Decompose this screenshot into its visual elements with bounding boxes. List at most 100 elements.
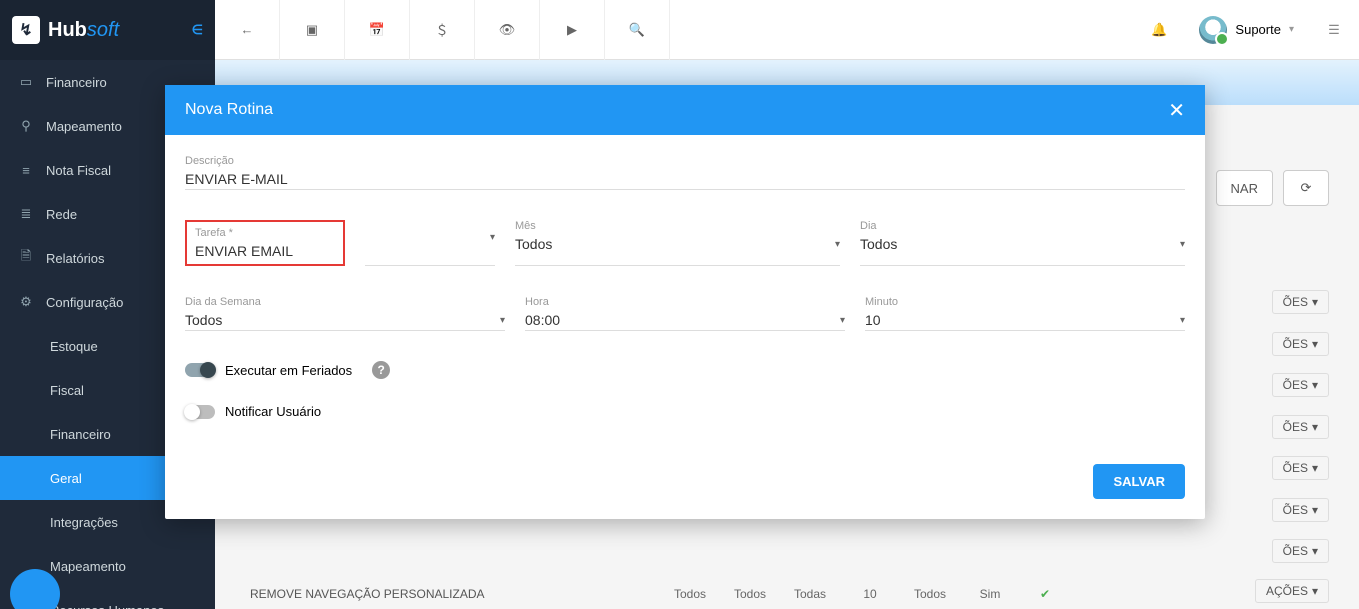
- sidebar-item-label: Mapeamento: [50, 559, 126, 574]
- logo-mark-icon: ↯: [12, 16, 40, 44]
- sidebar-item-label: Configuração: [46, 295, 123, 310]
- field-tarefa[interactable]: Tarefa * ENVIAR EMAIL: [185, 220, 345, 266]
- sidebar-item-label: Relatórios: [46, 251, 105, 266]
- arrow-left-icon: ←: [241, 22, 254, 37]
- field-label: Tarefa *: [195, 227, 335, 239]
- topbar-contact-button[interactable]: ▣: [280, 0, 345, 60]
- sidebar-item-label: Rede: [46, 207, 77, 222]
- topbar-terminal-button[interactable]: ▶: [540, 0, 605, 60]
- button-label: NAR: [1231, 181, 1258, 196]
- modal-header: Nova Rotina ✕: [165, 85, 1205, 135]
- page-toolbar: NAR ⟳: [1216, 170, 1329, 206]
- topbar-search-button[interactable]: 🔍: [605, 0, 670, 60]
- check-icon: ✔: [1020, 587, 1070, 601]
- actions-button[interactable]: ÕES ▾: [1272, 415, 1329, 439]
- field-mes[interactable]: Mês Todos ▾: [515, 220, 840, 266]
- help-icon[interactable]: ?: [372, 361, 390, 379]
- toggle-feriados[interactable]: [185, 363, 215, 377]
- actions-button[interactable]: ÕES ▾: [1272, 539, 1329, 563]
- chevron-down-icon: ▾: [835, 239, 840, 250]
- field-label: Descrição: [185, 155, 1185, 167]
- user-menu[interactable]: Suporte ▾: [1184, 16, 1309, 44]
- toggle-notificar-row: Notificar Usuário: [185, 404, 1185, 419]
- chevron-down-icon: ▾: [1312, 337, 1318, 351]
- field-label: Hora: [525, 296, 845, 308]
- actions-button[interactable]: ÕES ▾: [1272, 373, 1329, 397]
- chevron-down-icon: ▾: [1312, 461, 1318, 475]
- field-dia-semana[interactable]: Dia da Semana Todos▾: [185, 296, 505, 331]
- field-value: 10: [865, 312, 881, 328]
- field-value: Todos: [860, 236, 897, 252]
- row-desc: REMOVE NAVEGAÇÃO PERSONALIZADA: [250, 587, 660, 601]
- logo-text: Hubsoft: [48, 19, 119, 42]
- sidebar-item-label: Financeiro: [46, 75, 107, 90]
- actions-button[interactable]: ÕES ▾: [1272, 456, 1329, 480]
- actions-button[interactable]: ÕES ▾: [1272, 498, 1329, 522]
- chevron-down-icon: ▾: [840, 315, 845, 326]
- chevron-down-icon: ▾: [1289, 24, 1294, 35]
- row-col: Todos: [720, 587, 780, 601]
- chevron-down-icon: ▾: [1312, 584, 1318, 598]
- sidebar-collapse-icon[interactable]: ∈: [192, 22, 203, 38]
- contact-icon: ▣: [306, 22, 318, 38]
- doc-icon: 🗎: [18, 247, 34, 269]
- field-label: Dia: [860, 220, 1185, 232]
- field-descricao[interactable]: Descrição ENVIAR E-MAIL: [185, 155, 1185, 190]
- topbar-calendar-button[interactable]: 📅: [345, 0, 410, 60]
- close-button[interactable]: ✕: [1168, 98, 1185, 123]
- field-hora[interactable]: Hora 08:00▾: [525, 296, 845, 331]
- add-button[interactable]: NAR: [1216, 170, 1273, 206]
- actions-button[interactable]: AÇÕES ▾: [1255, 579, 1329, 603]
- sidebar-item-label: Mapeamento: [46, 119, 122, 134]
- toggle-notificar[interactable]: [185, 405, 215, 419]
- eye-icon: 👁: [499, 22, 516, 38]
- actions-column: ÕES ▾ ÕES ▾ ÕES ▾ ÕES ▾ ÕES ▾ ÕES ▾ ÕES …: [1272, 290, 1329, 569]
- receipt-icon: ≡: [18, 163, 34, 178]
- row-col: Todos: [900, 587, 960, 601]
- calendar-icon: 📅: [369, 22, 385, 38]
- field-value: Todos: [515, 236, 552, 252]
- save-button[interactable]: SALVAR: [1093, 464, 1185, 499]
- sidebar-item-label: Integrações: [50, 515, 118, 530]
- pin-icon: ⚲: [18, 118, 34, 134]
- sidebar-item-label: Financeiro: [50, 427, 111, 442]
- modal-body: Descrição ENVIAR E-MAIL Tarefa * ENVIAR …: [165, 135, 1205, 454]
- back-button[interactable]: ←: [215, 0, 280, 60]
- topbar-eye-button[interactable]: 👁: [475, 0, 540, 60]
- field-value: ENVIAR E-MAIL: [185, 171, 1185, 187]
- bell-icon: 🔔: [1151, 22, 1167, 38]
- field-value: ENVIAR EMAIL: [195, 243, 293, 259]
- field-tarefa-rest[interactable]: ▾: [365, 220, 495, 266]
- actions-button[interactable]: ÕES ▾: [1272, 290, 1329, 314]
- card-icon: ▭: [18, 74, 34, 90]
- refresh-button[interactable]: ⟳: [1283, 170, 1329, 206]
- toggle-label: Notificar Usuário: [225, 404, 321, 419]
- list-icon: ≣: [18, 206, 34, 222]
- chevron-down-icon: ▾: [1312, 420, 1318, 434]
- chevron-down-icon: ▾: [1312, 295, 1318, 309]
- chevron-down-icon: ▾: [1312, 378, 1318, 392]
- chevron-down-icon: ▾: [1312, 544, 1318, 558]
- field-label: Dia da Semana: [185, 296, 505, 308]
- money-icon: ＄: [435, 20, 448, 39]
- sidebar-item-label: Recursos Humanos: [50, 603, 164, 609]
- chevron-down-icon: ▾: [490, 232, 495, 243]
- actions-button[interactable]: ÕES ▾: [1272, 332, 1329, 356]
- avatar: [1199, 16, 1227, 44]
- topbar-money-button[interactable]: ＄: [410, 0, 475, 60]
- menu-icon: ☰: [1328, 22, 1340, 38]
- chevron-down-icon: ▾: [1180, 239, 1185, 250]
- notifications-button[interactable]: 🔔: [1134, 22, 1184, 38]
- refresh-icon: ⟳: [1301, 180, 1312, 196]
- modal-footer: SALVAR: [165, 454, 1205, 519]
- app-menu-button[interactable]: ☰: [1309, 22, 1359, 38]
- toggle-feriados-row: Executar em Feriados ?: [185, 361, 1185, 379]
- field-dia[interactable]: Dia Todos ▾: [860, 220, 1185, 266]
- topbar: ← ▣ 📅 ＄ 👁 ▶ 🔍 🔔 Suporte ▾ ☰: [215, 0, 1359, 60]
- field-label: Mês: [515, 220, 840, 232]
- field-minuto[interactable]: Minuto 10▾: [865, 296, 1185, 331]
- search-icon: 🔍: [629, 22, 645, 38]
- row-col: Sim: [960, 587, 1020, 601]
- terminal-icon: ▶: [567, 22, 577, 38]
- user-label: Suporte: [1235, 22, 1281, 37]
